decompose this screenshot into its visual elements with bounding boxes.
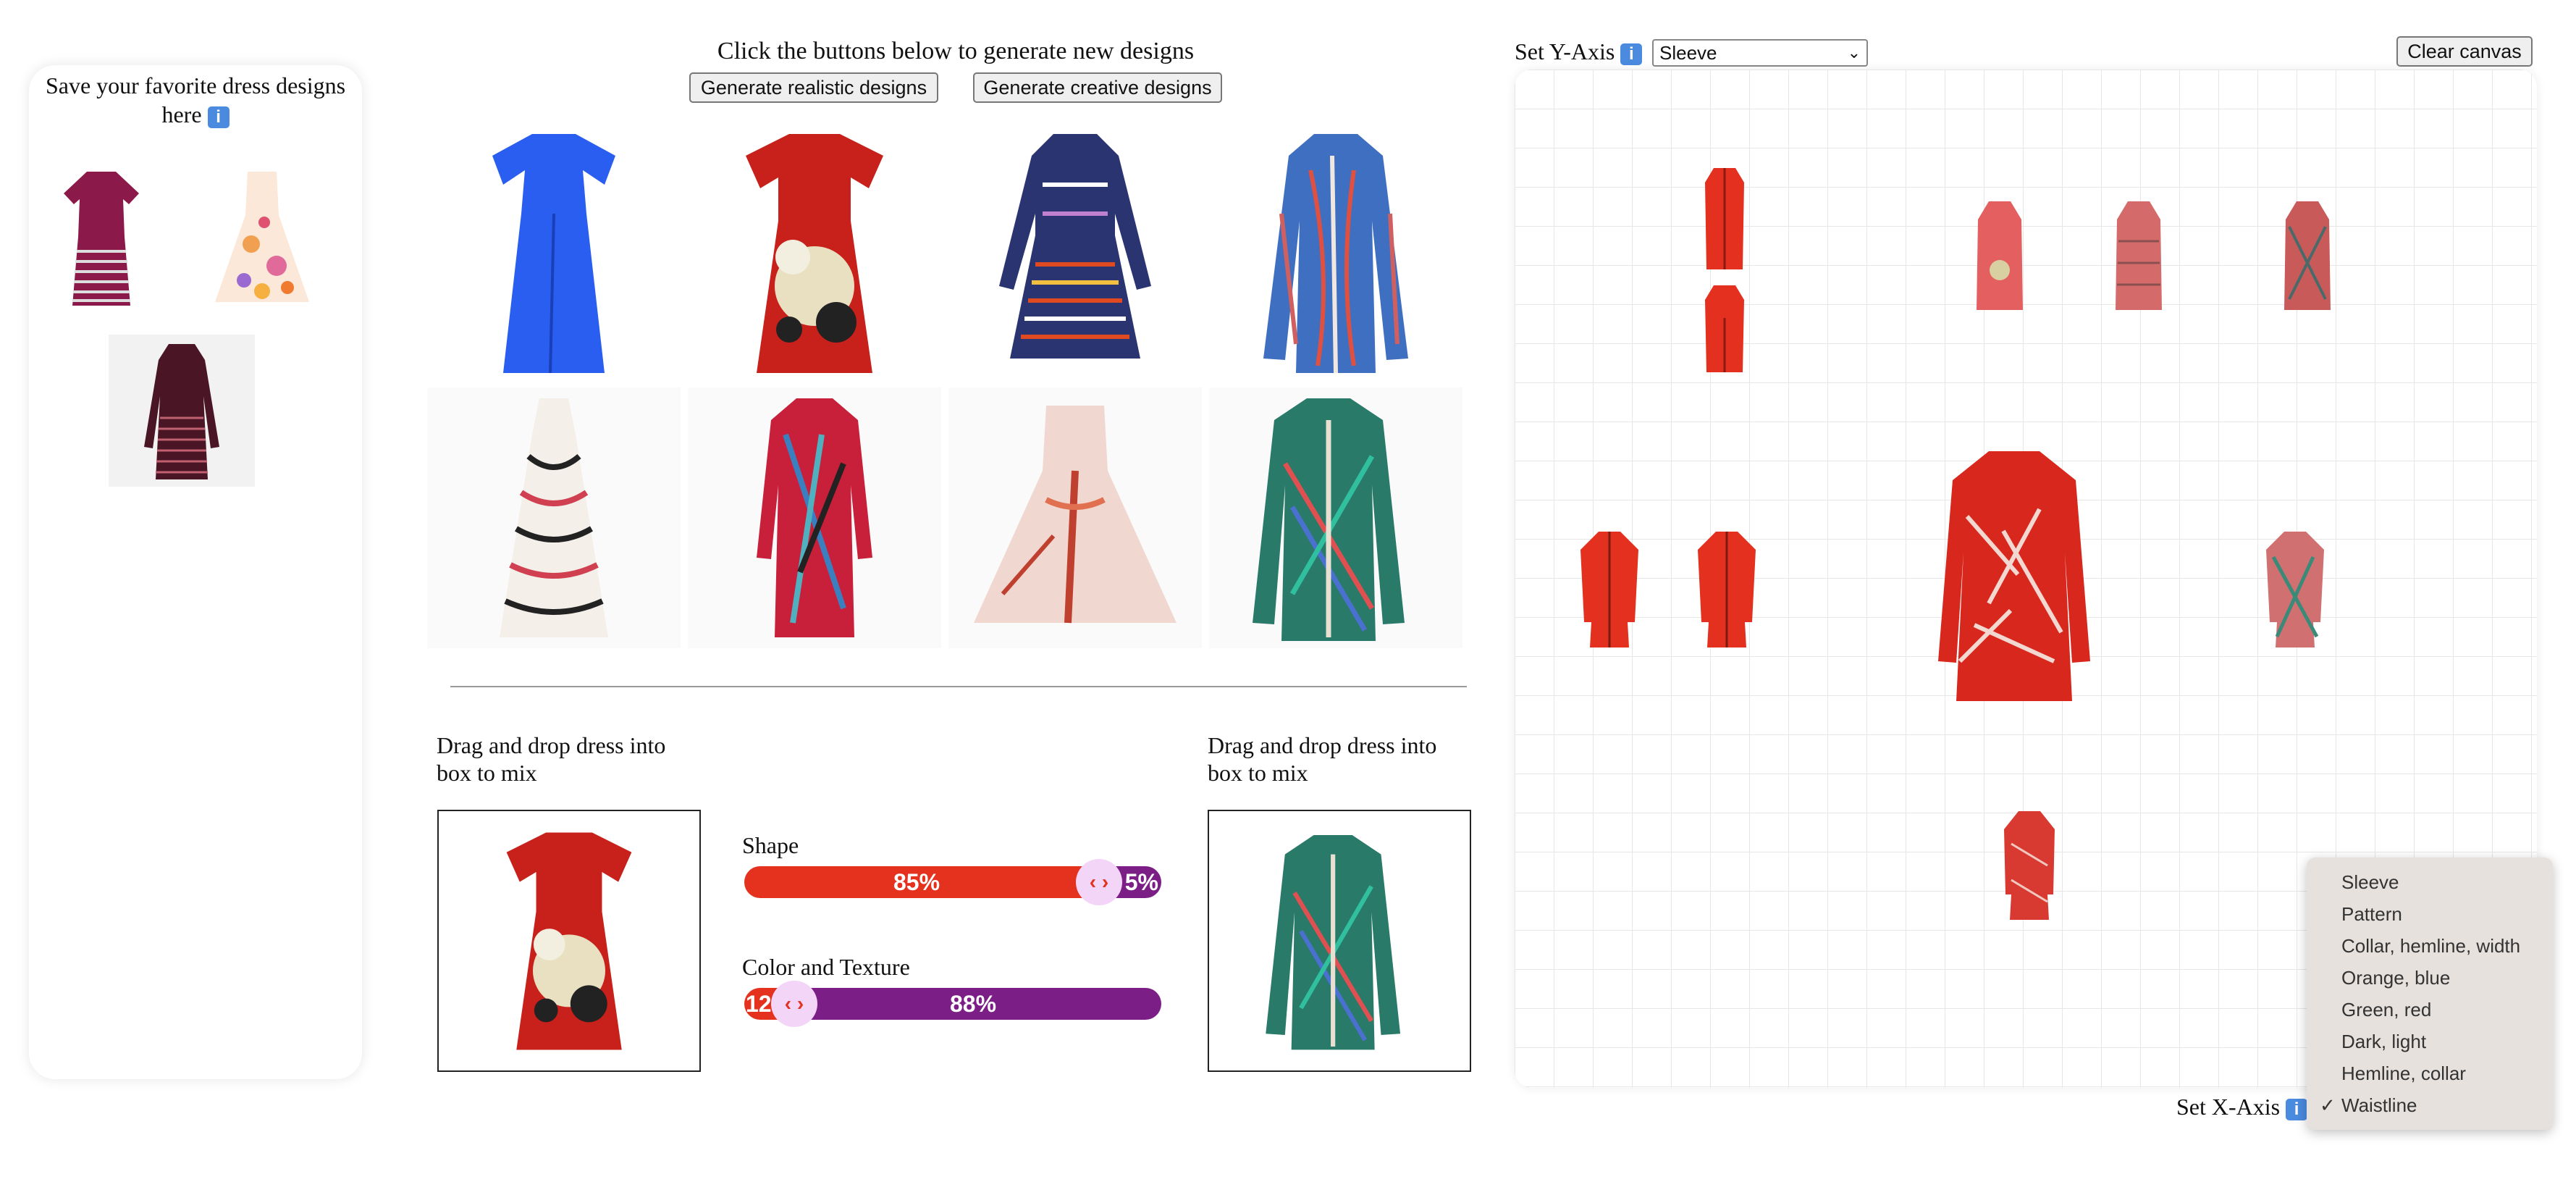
generated-dress-5[interactable]: [427, 387, 681, 648]
canvas-dress[interactable]: [1681, 278, 1768, 380]
canvas-dress[interactable]: [2252, 524, 2339, 655]
generate-creative-button[interactable]: Generate creative designs: [973, 72, 1222, 103]
mix-left-dress[interactable]: [497, 816, 641, 1066]
checkmark-icon: ✓: [2320, 1094, 2336, 1116]
info-icon[interactable]: i: [2286, 1098, 2308, 1120]
generated-dress-1[interactable]: [427, 123, 681, 384]
chevron-down-icon: ⌄: [1847, 43, 1861, 62]
x-axis-option[interactable]: Green, red: [2307, 994, 2553, 1026]
favorite-dress-3[interactable]: [109, 335, 255, 487]
canvas-dress[interactable]: [1687, 524, 1767, 655]
canvas-dress[interactable]: [2103, 194, 2175, 317]
color-slider-handle[interactable]: ‹ ›: [771, 981, 817, 1027]
y-axis-control: Set Y-Axis i: [1515, 36, 1643, 67]
x-axis-option[interactable]: Pattern: [2307, 898, 2553, 930]
generated-dress-8[interactable]: [1209, 387, 1462, 648]
generated-dress-3[interactable]: [948, 123, 1202, 384]
divider: [450, 686, 1467, 687]
canvas-dress-large[interactable]: [1920, 440, 2108, 708]
generate-realistic-button[interactable]: Generate realistic designs: [689, 72, 938, 103]
shape-label: Shape: [742, 832, 799, 858]
canvas-dress[interactable]: [2268, 194, 2347, 317]
x-axis-option[interactable]: Collar, hemline, width: [2307, 930, 2553, 962]
favorite-dress-1[interactable]: [51, 161, 152, 313]
generated-dress-7[interactable]: [948, 387, 1202, 648]
color-texture-label: Color and Texture: [742, 954, 910, 980]
x-axis-option[interactable]: Dark, light: [2307, 1026, 2553, 1057]
canvas-dress[interactable]: [1681, 161, 1768, 277]
generated-dress-6[interactable]: [688, 387, 941, 648]
mix-right-dress[interactable]: [1256, 818, 1423, 1064]
favorites-title: Save your favorite dress designs here i: [36, 71, 355, 129]
mix-left-dropbox[interactable]: [437, 810, 701, 1072]
color-left-percent: 12: [746, 991, 772, 1017]
y-axis-select[interactable]: Sleeve ⌄: [1652, 39, 1868, 67]
generated-dress-2[interactable]: [688, 123, 941, 384]
x-axis-control: Set X-Axis i: [2176, 1092, 2308, 1121]
generator-instruction: Click the buttons below to generate new …: [717, 38, 1195, 64]
shape-slider-handle[interactable]: ‹ ›: [1076, 859, 1122, 905]
favorites-title-text: Save your favorite dress designs here: [45, 72, 346, 127]
y-axis-label: Set Y-Axis: [1515, 38, 1615, 64]
canvas-dress[interactable]: [1990, 804, 2069, 927]
x-axis-label: Set X-Axis: [2176, 1094, 2281, 1120]
shape-left-percent: 85%: [893, 869, 940, 895]
x-axis-option[interactable]: Sleeve: [2307, 866, 2553, 898]
x-axis-dropdown-menu[interactable]: Sleeve Pattern Collar, hemline, width Or…: [2307, 858, 2553, 1130]
mix-left-label: Drag and drop dress into box to mix: [437, 732, 666, 786]
mix-right-dropbox[interactable]: [1208, 810, 1471, 1072]
shape-right-percent: 5%: [1124, 869, 1158, 895]
clear-canvas-button[interactable]: Clear canvas: [2396, 36, 2533, 67]
generated-dress-4[interactable]: [1209, 123, 1462, 384]
y-axis-select-value: Sleeve: [1659, 42, 1717, 64]
info-icon[interactable]: i: [207, 106, 230, 128]
info-icon[interactable]: i: [1620, 43, 1643, 65]
color-right-percent: 88%: [950, 991, 997, 1017]
x-axis-option-selected[interactable]: ✓ Waistline: [2307, 1089, 2553, 1121]
x-axis-option[interactable]: Orange, blue: [2307, 962, 2553, 994]
x-axis-option[interactable]: Hemline, collar: [2307, 1057, 2553, 1089]
favorite-dress-2[interactable]: [204, 161, 320, 313]
canvas-dress[interactable]: [1570, 524, 1649, 655]
mix-right-label: Drag and drop dress into box to mix: [1208, 732, 1437, 786]
canvas-dress[interactable]: [1963, 194, 2036, 317]
